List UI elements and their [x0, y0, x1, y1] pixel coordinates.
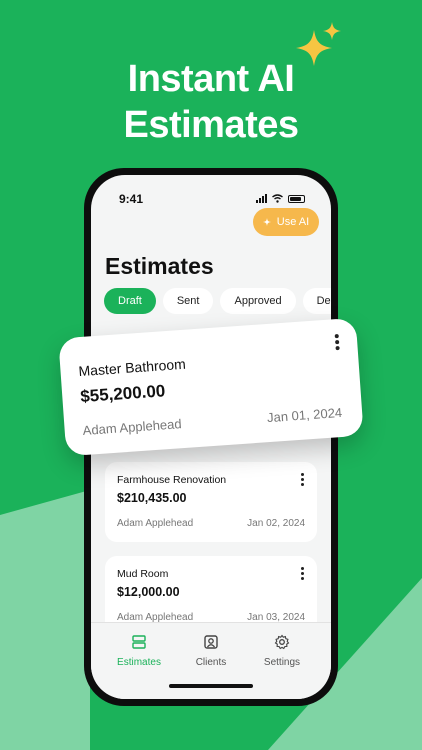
- featured-estimate-date: Jan 01, 2024: [266, 404, 343, 426]
- use-ai-button[interactable]: Use AI: [253, 208, 319, 236]
- tab-estimates-label: Estimates: [117, 657, 161, 668]
- headline-line-1: Instant AI: [127, 58, 295, 100]
- estimate-title: Mud Room: [117, 568, 169, 580]
- estimate-amount: $210,435.00: [117, 491, 187, 505]
- filter-chips: Draft Sent Approved Declin: [104, 288, 331, 314]
- gear-icon: [274, 634, 290, 650]
- filter-draft[interactable]: Draft: [104, 288, 156, 314]
- filter-approved[interactable]: Approved: [220, 288, 296, 314]
- tab-bar: Estimates Clients Settings: [91, 622, 331, 699]
- ai-sparkle-icon: [262, 218, 271, 226]
- battery-icon: [288, 194, 305, 203]
- filter-declined[interactable]: Declin: [302, 288, 331, 314]
- estimates-icon: [132, 635, 146, 649]
- estimate-date: Jan 02, 2024: [247, 518, 305, 529]
- clients-icon: [204, 635, 218, 649]
- estimate-card[interactable]: Farmhouse Renovation $210,435.00 Adam Ap…: [105, 462, 317, 542]
- tab-settings-label: Settings: [263, 657, 301, 668]
- status-icons: [256, 194, 305, 203]
- wifi-icon: [272, 194, 283, 203]
- home-indicator: [169, 684, 253, 688]
- tab-clients-label: Clients: [195, 657, 227, 668]
- featured-estimate-client: Adam Applehead: [82, 416, 183, 439]
- signal-icon: [256, 194, 267, 203]
- featured-estimate-amount: $55,200.00: [79, 381, 166, 407]
- headline: Instant AI Estimates: [0, 56, 422, 148]
- page-title: Estimates: [105, 253, 214, 279]
- filter-sent[interactable]: Sent: [162, 288, 214, 314]
- use-ai-label: Use AI: [276, 216, 310, 228]
- estimate-title: Farmhouse Renovation: [117, 474, 227, 486]
- tab-clients[interactable]: Clients: [176, 634, 246, 668]
- tab-estimates[interactable]: Estimates: [104, 634, 174, 668]
- estimate-client: Adam Applehead: [117, 518, 194, 529]
- more-options-icon[interactable]: [301, 567, 305, 580]
- headline-line-2: Estimates: [123, 104, 299, 146]
- featured-estimate-title: Master Bathroom: [78, 355, 187, 380]
- featured-estimate-card[interactable]: Master Bathroom $55,200.00 Adam Applehea…: [58, 317, 364, 457]
- tab-settings[interactable]: Settings: [247, 634, 317, 668]
- more-options-icon[interactable]: [334, 333, 340, 351]
- status-time: 9:41: [119, 192, 144, 206]
- estimate-amount: $12,000.00: [117, 585, 180, 599]
- more-options-icon[interactable]: [301, 473, 305, 486]
